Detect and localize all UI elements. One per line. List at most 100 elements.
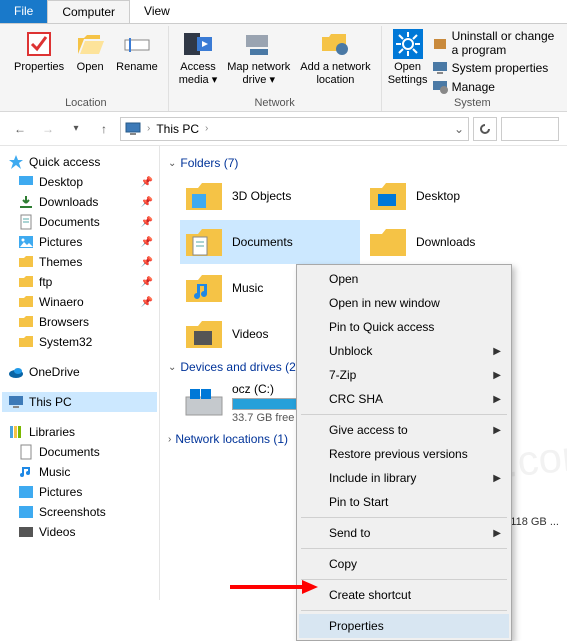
sidebar-lib-music[interactable]: Music [2, 462, 157, 482]
properties-button[interactable]: Properties [10, 26, 68, 76]
folder-icon [368, 178, 408, 214]
label: ftp [39, 275, 52, 289]
sidebar-item-browsers[interactable]: Browsers [2, 312, 157, 332]
separator [301, 610, 507, 611]
folder-icon [184, 270, 224, 306]
sidebar-item-winaero[interactable]: Winaero📌 [2, 292, 157, 312]
ctx-restore-previous[interactable]: Restore previous versions [299, 442, 509, 466]
label: Documents [39, 445, 100, 459]
breadcrumb-this-pc[interactable]: This PC [156, 122, 199, 136]
separator [301, 414, 507, 415]
picture-icon [18, 484, 34, 500]
system-properties-button[interactable]: System properties [430, 59, 557, 77]
drive-network-icon [243, 28, 275, 60]
tab-computer[interactable]: Computer [47, 0, 130, 23]
music-icon [18, 464, 34, 480]
tab-view[interactable]: View [130, 0, 184, 23]
search-input[interactable] [501, 117, 559, 141]
address-bar[interactable]: › This PC › ⌄ [120, 117, 469, 141]
libraries-icon [8, 424, 24, 440]
label: Manage [452, 80, 495, 94]
sidebar-item-desktop[interactable]: Desktop📌 [2, 172, 157, 192]
ctx-send-to[interactable]: Send to▶ [299, 521, 509, 545]
uninstall-button[interactable]: Uninstall or change a program [430, 28, 557, 58]
section-folders[interactable]: ⌄ Folders (7) [168, 152, 559, 174]
ctx-create-shortcut[interactable]: Create shortcut [299, 583, 509, 607]
pin-icon: 📌 [141, 197, 153, 208]
sidebar-item-pictures[interactable]: Pictures📌 [2, 232, 157, 252]
label: Map network drive ▾ [227, 61, 290, 86]
ribbon-group-location: Properties Open Rename Location [4, 26, 169, 111]
sidebar-lib-documents[interactable]: Documents [2, 442, 157, 462]
open-button[interactable]: Open [70, 26, 110, 76]
submenu-arrow-icon: ▶ [493, 425, 501, 436]
sidebar-onedrive[interactable]: OneDrive [2, 362, 157, 382]
ctx-open-new-window[interactable]: Open in new window [299, 291, 509, 315]
label: Add a network location [300, 61, 370, 86]
ctx-pin-quick-access[interactable]: Pin to Quick access [299, 315, 509, 339]
ctx-properties[interactable]: Properties [299, 614, 509, 638]
ctx-unblock[interactable]: Unblock▶ [299, 339, 509, 363]
map-drive-button[interactable]: Map network drive ▾ [223, 26, 294, 88]
ctx-open[interactable]: Open [299, 267, 509, 291]
this-pc-icon [8, 394, 24, 410]
label: Devices and drives (2) [180, 360, 299, 374]
folder-desktop[interactable]: Desktop [364, 174, 544, 218]
sidebar-lib-pictures[interactable]: Pictures [2, 482, 157, 502]
back-button[interactable]: ← [8, 117, 32, 141]
ribbon-group-network: Access media ▾ Map network drive ▾ Add a… [169, 26, 382, 111]
sidebar-item-downloads[interactable]: Downloads📌 [2, 192, 157, 212]
open-settings-button[interactable]: Open Settings [388, 26, 428, 88]
recent-dropdown-icon[interactable]: ▾ [64, 117, 88, 141]
folder-icon [18, 314, 34, 330]
access-media-button[interactable]: Access media ▾ [175, 26, 222, 88]
folder-downloads[interactable]: Downloads [364, 220, 544, 264]
forward-button[interactable]: → [36, 117, 60, 141]
pin-icon: 📌 [141, 257, 153, 268]
sidebar-item-documents[interactable]: Documents📌 [2, 212, 157, 232]
folder-icon [18, 274, 34, 290]
sidebar-this-pc[interactable]: This PC [2, 392, 157, 412]
folder-icon [368, 224, 408, 260]
rename-button[interactable]: Rename [112, 26, 162, 76]
monitor-icon [432, 60, 448, 76]
label: System properties [452, 61, 549, 75]
sidebar-libraries[interactable]: Libraries [2, 422, 157, 442]
sidebar-quick-access[interactable]: Quick access [2, 152, 157, 172]
sidebar-item-system32[interactable]: System32 [2, 332, 157, 352]
submenu-arrow-icon: ▶ [493, 473, 501, 484]
label: Videos [232, 327, 268, 341]
sidebar-lib-videos[interactable]: Videos [2, 522, 157, 542]
ctx-7zip[interactable]: 7-Zip▶ [299, 363, 509, 387]
label: Winaero [39, 295, 84, 309]
label: 3D Objects [232, 189, 291, 203]
ctx-give-access-to[interactable]: Give access to▶ [299, 418, 509, 442]
navigation-pane: Quick access Desktop📌 Downloads📌 Documen… [0, 146, 160, 600]
folder-documents[interactable]: Documents [180, 220, 360, 264]
this-pc-icon [125, 121, 141, 137]
label: Themes [39, 255, 82, 269]
ctx-include-in-library[interactable]: Include in library▶ [299, 466, 509, 490]
up-button[interactable]: ↑ [92, 117, 116, 141]
label: Screenshots [39, 505, 106, 519]
manage-button[interactable]: Manage [430, 78, 557, 96]
sidebar-item-themes[interactable]: Themes 📌 [2, 252, 157, 272]
add-network-location-button[interactable]: Add a network location [296, 26, 374, 88]
refresh-button[interactable] [473, 117, 497, 141]
document-icon [18, 214, 34, 230]
sidebar-item-ftp[interactable]: ftp📌 [2, 272, 157, 292]
ctx-crc-sha[interactable]: CRC SHA▶ [299, 387, 509, 411]
dropdown-icon[interactable]: ⌄ [454, 122, 464, 136]
folder-icon [184, 224, 224, 260]
ctx-pin-to-start[interactable]: Pin to Start [299, 490, 509, 514]
folder-3d-objects[interactable]: 3D Objects [180, 174, 360, 218]
label: Pictures [39, 485, 82, 499]
tab-file[interactable]: File [0, 0, 47, 23]
folder-open-icon [74, 28, 106, 60]
folder-icon [184, 178, 224, 214]
box-icon [432, 35, 448, 51]
label: Access media ▾ [179, 61, 218, 86]
label: OneDrive [29, 365, 80, 379]
ctx-copy[interactable]: Copy [299, 552, 509, 576]
sidebar-lib-screenshots[interactable]: Screenshots [2, 502, 157, 522]
